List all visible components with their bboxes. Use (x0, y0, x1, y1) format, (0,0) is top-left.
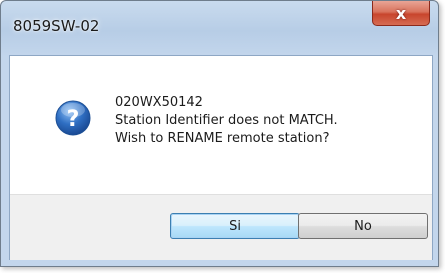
no-button-label: No (354, 218, 372, 234)
svg-text:?: ? (67, 107, 80, 132)
close-button[interactable]: x (372, 1, 430, 26)
title-bar[interactable]: 8059SW-02 x (1, 1, 438, 53)
si-button[interactable]: Si (170, 213, 300, 239)
message-line-mismatch: Station Identifier does not MATCH. (115, 113, 338, 128)
si-button-label: Si (229, 218, 241, 234)
window-title: 8059SW-02 (13, 17, 100, 35)
dialog-client-area: ? 020WX50142 Station Identifier does not… (9, 55, 433, 260)
question-icon: ? (55, 100, 91, 136)
message-area: ? 020WX50142 Station Identifier does not… (10, 56, 432, 194)
close-icon: x (395, 3, 407, 23)
message-line-id: 020WX50142 (115, 95, 203, 110)
message-line-question: Wish to RENAME remote station? (115, 131, 330, 146)
message-text: 020WX50142 Station Identifier does not M… (115, 94, 338, 148)
button-bar: Si No (10, 194, 432, 260)
no-button[interactable]: No (298, 213, 428, 239)
message-dialog: 8059SW-02 x ? 020WX50142 Station Identif… (0, 0, 439, 267)
